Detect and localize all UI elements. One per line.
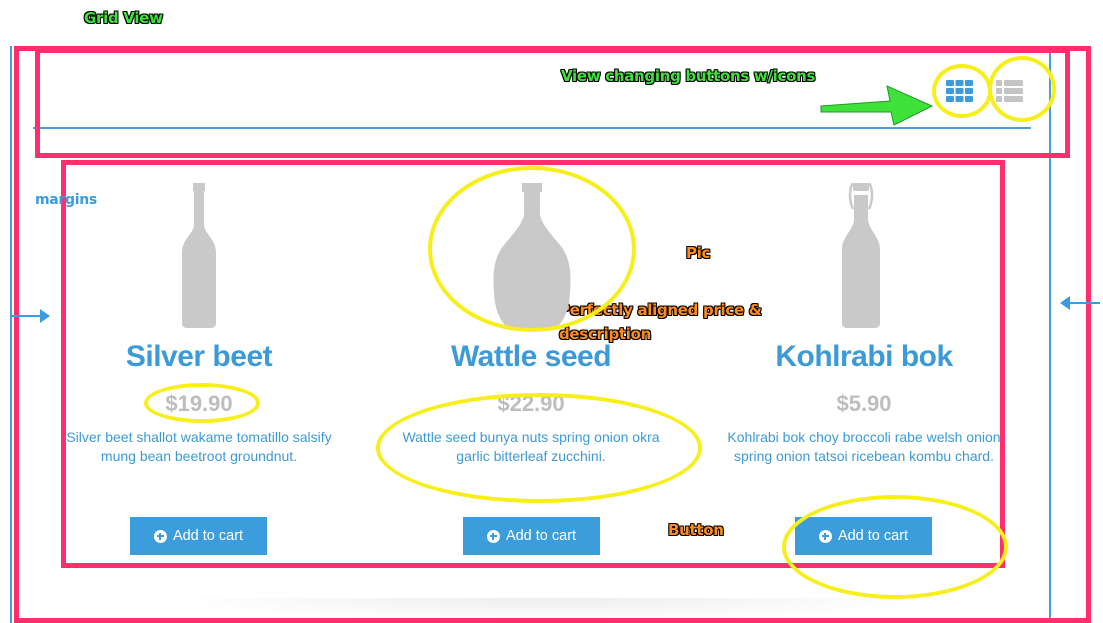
button-annotation: Button bbox=[668, 521, 724, 539]
product-name[interactable]: Kohlrabi bok bbox=[714, 340, 1014, 374]
add-to-cart-button[interactable]: Add to cart bbox=[463, 517, 600, 555]
container-left-edge bbox=[10, 46, 12, 623]
pic-highlight bbox=[428, 166, 636, 332]
product-name[interactable]: Silver beet bbox=[49, 340, 349, 374]
view-buttons-annotation: View changing buttons w/icons bbox=[561, 67, 816, 85]
product-description: Silver beet shallot wakame tomatillo sal… bbox=[66, 429, 332, 464]
wine-bottle-icon bbox=[182, 183, 216, 328]
green-arrow-icon bbox=[820, 85, 934, 126]
margin-arrow-right-icon bbox=[10, 309, 50, 323]
price-highlight bbox=[144, 383, 260, 423]
product-name[interactable]: Wattle seed bbox=[381, 340, 681, 374]
swing-top-bottle-icon bbox=[842, 183, 880, 328]
description-highlight bbox=[376, 393, 702, 503]
add-to-cart-button[interactable]: Add to cart bbox=[130, 517, 267, 555]
margin-arrow-left-icon bbox=[1060, 296, 1100, 310]
margins-annotation: margins bbox=[35, 192, 97, 208]
grid-button-highlight bbox=[932, 64, 992, 118]
plus-circle-icon bbox=[486, 529, 500, 543]
add-to-cart-label: Add to cart bbox=[505, 528, 577, 544]
product-price: $5.90 bbox=[836, 391, 892, 416]
product-description: Kohlrabi bok choy broccoli rabe welsh on… bbox=[727, 429, 1001, 464]
pic-annotation: Pic bbox=[686, 244, 711, 262]
list-button-highlight bbox=[988, 56, 1056, 122]
add-to-cart-label: Add to cart bbox=[172, 528, 244, 544]
grid-view-annotation: Grid View bbox=[84, 9, 163, 27]
button-highlight bbox=[782, 495, 1008, 599]
plus-circle-icon bbox=[153, 529, 167, 543]
